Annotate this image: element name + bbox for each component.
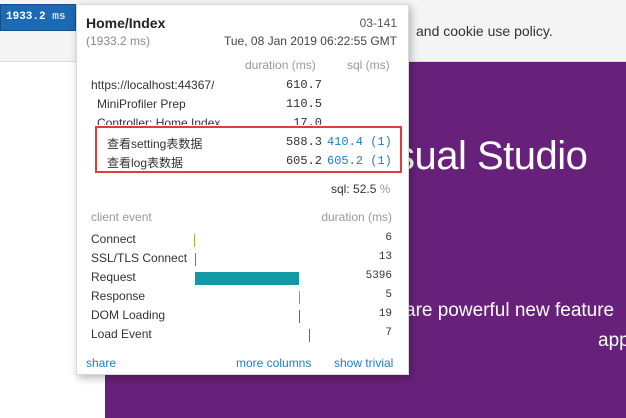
client-event-name: Response	[91, 289, 146, 303]
client-event-bar	[299, 310, 300, 323]
hero-subtitle-line2: app	[598, 330, 626, 351]
timing-row[interactable]: MiniProfiler Prep 110.5	[77, 97, 408, 116]
timing-name: https://localhost:44367/	[91, 78, 215, 92]
profiler-total-duration: (1933.2 ms)	[86, 34, 151, 48]
client-event-name: Connect	[91, 232, 136, 246]
share-link[interactable]: share	[86, 356, 116, 370]
client-event-name: Load Event	[91, 327, 152, 341]
profiler-badge[interactable]: 1933.2 ms	[0, 4, 76, 31]
client-event-row: DOM Loading 19	[77, 308, 408, 327]
profiler-machine-name: 03-141	[359, 16, 397, 30]
more-columns-link[interactable]: more columns	[236, 356, 311, 370]
client-event-bar	[309, 329, 310, 342]
client-event-duration: 7	[385, 327, 392, 339]
client-event-duration: 19	[378, 308, 392, 320]
sql-summary-percent: %	[379, 182, 391, 196]
duration-column-header: duration (ms)	[245, 58, 316, 72]
client-event-bar	[195, 253, 196, 266]
hero-title: sual Studio	[395, 134, 588, 178]
client-event-bar	[194, 234, 195, 247]
client-event-name: Request	[91, 270, 136, 284]
sql-column-header: sql (ms)	[347, 58, 390, 72]
client-event-row: SSL/TLS Connect 13	[77, 251, 408, 270]
client-event-bar	[195, 272, 299, 285]
client-event-row: Request 5396	[77, 270, 408, 289]
badge-value: 1933.2	[6, 11, 46, 23]
profiler-title: Home/Index	[86, 15, 166, 31]
cookie-text: and cookie use policy.	[416, 23, 553, 39]
timing-name: Controller: Home.Index	[97, 116, 221, 125]
client-event-duration: 5	[385, 289, 392, 301]
sql-summary: sql: 52.5 %	[331, 182, 390, 196]
client-event-bar	[299, 291, 300, 304]
client-event-row: Response 5	[77, 289, 408, 308]
client-event-name: DOM Loading	[91, 308, 166, 322]
badge-unit: ms	[52, 11, 66, 23]
show-trivial-link[interactable]: show trivial	[334, 356, 393, 370]
page: and cookie use policy. sual Studio are p…	[0, 0, 626, 418]
timing-duration: 610.7	[285, 78, 322, 92]
timing-duration: 17.0	[293, 116, 322, 125]
client-event-header: client event	[91, 210, 152, 224]
client-duration-header: duration (ms)	[321, 210, 392, 224]
profiler-date: Tue, 08 Jan 2019 06:22:55 GMT	[224, 34, 397, 48]
hero-subtitle-line1: are powerful new feature	[405, 300, 615, 321]
sql-summary-value: 52.5	[353, 182, 377, 196]
timing-row[interactable]: Controller: Home.Index 17.0	[77, 116, 408, 125]
client-event-name: SSL/TLS Connect	[91, 251, 188, 265]
timing-name: MiniProfiler Prep	[97, 97, 186, 111]
timing-duration: 110.5	[285, 97, 322, 111]
profiler-popup: Home/Index 03-141 (1933.2 ms) Tue, 08 Ja…	[76, 4, 409, 375]
timing-row[interactable]: https://localhost:44367/ 610.7	[77, 78, 408, 97]
client-event-duration: 13	[378, 251, 392, 263]
client-event-duration: 6	[385, 232, 392, 244]
highlight-box	[95, 126, 402, 173]
client-event-row: Connect 6	[77, 232, 408, 251]
client-event-row: Load Event 7	[77, 327, 408, 346]
sql-summary-label: sql:	[331, 182, 350, 196]
client-event-duration: 5396	[365, 270, 392, 282]
